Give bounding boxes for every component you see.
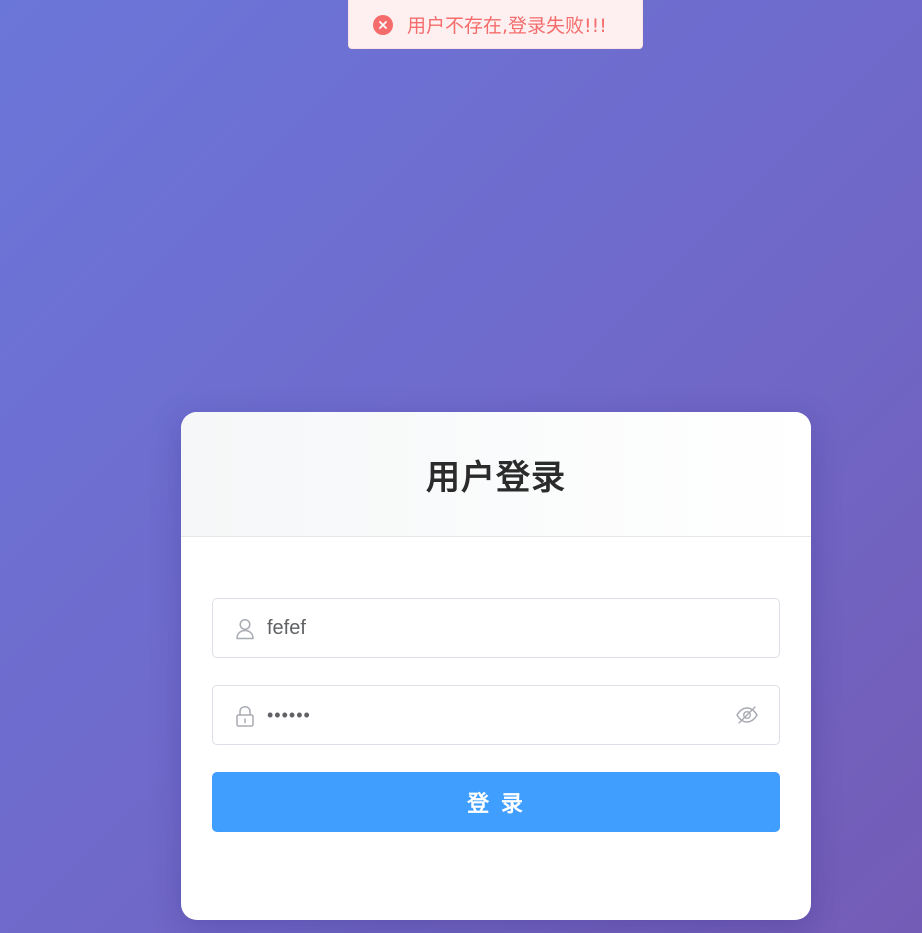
eye-off-icon[interactable] [735,704,759,726]
page-title: 用户登录 [426,457,566,498]
card-header: 用户登录 [181,412,811,537]
login-card: 用户登录 登 录 [181,412,811,920]
error-circle-icon [373,14,393,35]
password-input[interactable] [267,686,707,744]
user-icon [235,618,255,640]
username-input[interactable] [267,599,707,657]
error-message: 用户不存在,登录失败!!! [407,15,607,37]
lock-icon [235,705,255,727]
login-button[interactable]: 登 录 [212,772,780,832]
password-field[interactable] [212,685,780,745]
username-field[interactable] [212,598,780,658]
error-toast: 用户不存在,登录失败!!! [348,0,643,49]
